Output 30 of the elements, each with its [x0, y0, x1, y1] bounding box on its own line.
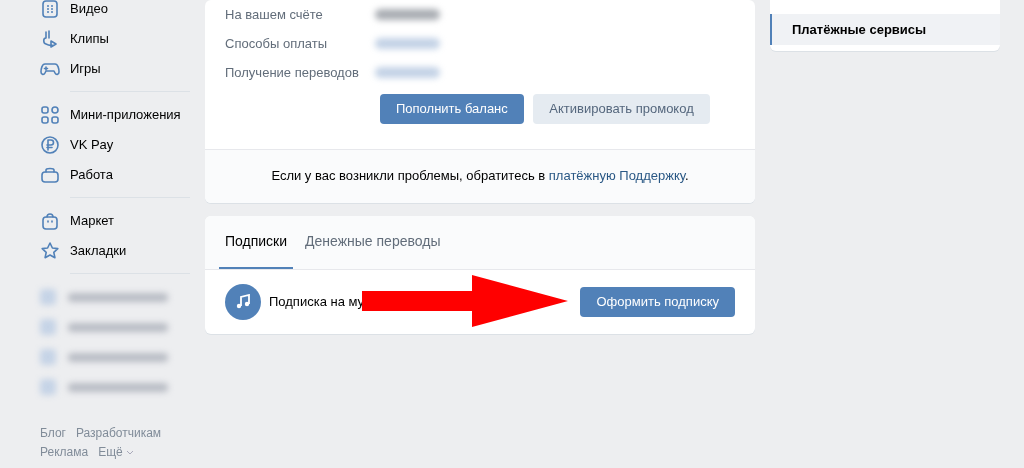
bag-icon: [40, 211, 60, 231]
promo-code-button[interactable]: Активировать промокод: [533, 94, 710, 124]
tab[interactable]: Подписки: [219, 215, 294, 269]
ruble-icon: [40, 135, 60, 155]
briefcase-icon: [40, 165, 60, 185]
sidebar-item[interactable]: Мини-приложения: [40, 100, 190, 130]
video-icon: [40, 0, 60, 19]
support-link[interactable]: платёжную Поддержку: [548, 168, 685, 183]
top-up-button[interactable]: Пополнить баланс: [380, 94, 524, 124]
subscribe-button[interactable]: Оформить подписку: [580, 286, 735, 317]
sidebar-item[interactable]: VK Pay: [40, 130, 190, 160]
field-label: На вашем счёте: [225, 5, 324, 24]
grid-icon: [40, 105, 60, 125]
help-text: Если у вас возникли проблемы, обратитесь в платёжную Поддержку.: [271, 168, 689, 183]
sidebar-item[interactable]: Маркет: [40, 206, 190, 236]
star-icon: [40, 241, 60, 261]
menu-item[interactable]: Платёжные сервисы: [770, 14, 1000, 45]
field-label: Получение переводов: [225, 63, 360, 82]
hand-icon: [40, 29, 60, 49]
sidebar-item[interactable]: Игры: [40, 54, 190, 84]
sidebar-item[interactable]: Клипы: [40, 24, 190, 54]
sidebar-item[interactable]: Работа: [40, 160, 190, 190]
blurred-value: [375, 9, 440, 20]
sidebar-item[interactable]: Видео: [40, 0, 190, 24]
blurred-value: [375, 38, 440, 49]
sidebar-item[interactable]: Закладки: [40, 236, 190, 266]
field-label: Способы оплаты: [225, 34, 329, 53]
tab[interactable]: Денежные переводы: [299, 215, 447, 269]
music-icon: [225, 283, 261, 320]
blurred-value: [375, 67, 440, 78]
